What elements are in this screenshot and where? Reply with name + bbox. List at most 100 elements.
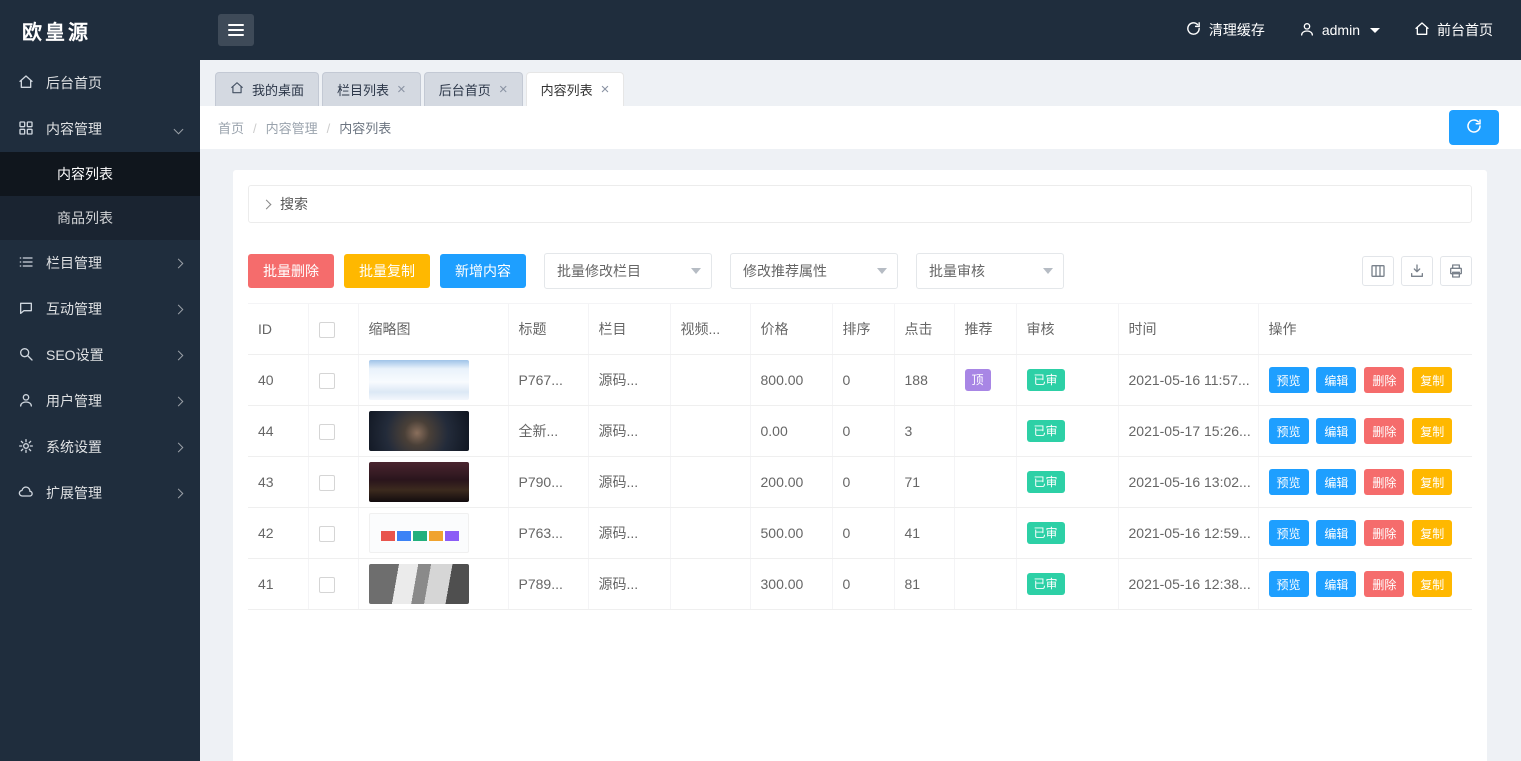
sidebar-toggle-button[interactable] xyxy=(218,14,254,46)
sidebar-item-settings[interactable]: 系统设置 xyxy=(0,424,200,470)
cell-sort: 0 xyxy=(832,559,894,610)
close-icon[interactable]: × xyxy=(397,82,406,97)
sidebar-item-label: 互动管理 xyxy=(46,299,102,319)
menu-icon xyxy=(228,24,244,36)
header-recommend: 推荐 xyxy=(954,304,1016,355)
cell-time: 2021-05-16 12:38... xyxy=(1118,559,1258,610)
cell-clicks: 81 xyxy=(894,559,954,610)
cell-clicks: 71 xyxy=(894,457,954,508)
search-toggle[interactable]: 搜索 xyxy=(248,185,1472,223)
sidebar-item-interaction[interactable]: 互动管理 xyxy=(0,286,200,332)
preview-button[interactable]: 预览 xyxy=(1269,418,1309,444)
content-table: ID 缩略图 标题 栏目 视频... 价格 排序 点击 推荐 审核 时间 操作 xyxy=(248,303,1472,610)
header-time: 时间 xyxy=(1118,304,1258,355)
cell-title: P767... xyxy=(508,355,588,406)
sidebar-subitem-goods-list[interactable]: 商品列表 xyxy=(0,196,200,240)
cell-sort: 0 xyxy=(832,457,894,508)
home-icon xyxy=(18,74,34,93)
caret-down-icon xyxy=(1043,268,1053,274)
row-checkbox[interactable] xyxy=(319,577,335,593)
chevron-right-icon xyxy=(174,442,184,452)
thumbnail-image[interactable] xyxy=(369,462,469,502)
edit-button[interactable]: 编辑 xyxy=(1316,367,1356,393)
thumbnail-image[interactable] xyxy=(369,360,469,400)
export-button[interactable] xyxy=(1401,256,1433,286)
print-button[interactable] xyxy=(1440,256,1472,286)
copy-button[interactable]: 复制 xyxy=(1412,520,1452,546)
cell-price: 300.00 xyxy=(750,559,832,610)
edit-button[interactable]: 编辑 xyxy=(1316,469,1356,495)
cell-title: 全新... xyxy=(508,406,588,457)
user-menu[interactable]: admin xyxy=(1299,21,1380,40)
sidebar-subitem-content-list[interactable]: 内容列表 xyxy=(0,152,200,196)
topbar: 欧皇源 清理缓存 admin 前台首页 xyxy=(0,0,1521,60)
batch-audit-select[interactable]: 批量审核 xyxy=(916,253,1064,289)
sidebar-item-label: 用户管理 xyxy=(46,391,102,411)
main-content: 我的桌面 栏目列表 × 后台首页 × 内容列表 × 首页 内容管理 内容列表 搜… xyxy=(200,60,1521,761)
row-checkbox[interactable] xyxy=(319,526,335,542)
thumbnail-image[interactable] xyxy=(369,513,469,553)
sidebar-item-dashboard[interactable]: 后台首页 xyxy=(0,60,200,106)
tab-desktop[interactable]: 我的桌面 xyxy=(215,72,319,106)
select-all-checkbox[interactable] xyxy=(319,322,335,338)
chevron-right-icon xyxy=(174,304,184,314)
cell-id: 40 xyxy=(248,355,308,406)
preview-button[interactable]: 预览 xyxy=(1269,571,1309,597)
select-value: 批量审核 xyxy=(929,261,985,281)
batch-delete-button[interactable]: 批量删除 xyxy=(248,254,334,288)
delete-button[interactable]: 删除 xyxy=(1364,571,1404,597)
tab-admin-home[interactable]: 后台首页 × xyxy=(424,72,523,106)
copy-button[interactable]: 复制 xyxy=(1412,367,1452,393)
recommend-attr-select[interactable]: 修改推荐属性 xyxy=(730,253,898,289)
preview-button[interactable]: 预览 xyxy=(1269,520,1309,546)
edit-button[interactable]: 编辑 xyxy=(1316,520,1356,546)
edit-button[interactable]: 编辑 xyxy=(1316,418,1356,444)
copy-button[interactable]: 复制 xyxy=(1412,418,1452,444)
sidebar-item-users[interactable]: 用户管理 xyxy=(0,378,200,424)
brand-logo: 欧皇源 xyxy=(0,16,200,45)
delete-button[interactable]: 删除 xyxy=(1364,520,1404,546)
delete-button[interactable]: 删除 xyxy=(1364,367,1404,393)
row-checkbox[interactable] xyxy=(319,424,335,440)
row-checkbox[interactable] xyxy=(319,373,335,389)
table-row: 43 P790... 源码... 200.00 0 71 已审 2021-05-… xyxy=(248,457,1472,508)
breadcrumb-content[interactable]: 内容管理 xyxy=(266,118,340,137)
sidebar-item-content[interactable]: 内容管理 xyxy=(0,106,200,152)
preview-button[interactable]: 预览 xyxy=(1269,367,1309,393)
user-icon xyxy=(18,392,34,411)
edit-button[interactable]: 编辑 xyxy=(1316,571,1356,597)
delete-button[interactable]: 删除 xyxy=(1364,469,1404,495)
thumbnail-image[interactable] xyxy=(369,411,469,451)
cell-column: 源码... xyxy=(588,355,670,406)
breadcrumb-home[interactable]: 首页 xyxy=(218,118,266,137)
sidebar-item-columns[interactable]: 栏目管理 xyxy=(0,240,200,286)
preview-button[interactable]: 预览 xyxy=(1269,469,1309,495)
tab-content-list[interactable]: 内容列表 × xyxy=(526,72,625,106)
copy-button[interactable]: 复制 xyxy=(1412,571,1452,597)
header-column: 栏目 xyxy=(588,304,670,355)
cell-column: 源码... xyxy=(588,457,670,508)
header-title: 标题 xyxy=(508,304,588,355)
tab-column-list[interactable]: 栏目列表 × xyxy=(322,72,421,106)
copy-button[interactable]: 复制 xyxy=(1412,469,1452,495)
batch-copy-button[interactable]: 批量复制 xyxy=(344,254,430,288)
clear-cache-button[interactable]: 清理缓存 xyxy=(1185,20,1265,40)
row-checkbox[interactable] xyxy=(319,475,335,491)
audit-badge: 已审 xyxy=(1027,369,1065,391)
sidebar-item-label: 系统设置 xyxy=(46,437,102,457)
refresh-page-button[interactable] xyxy=(1449,110,1499,145)
chevron-right-icon xyxy=(174,350,184,360)
sidebar-item-seo[interactable]: SEO设置 xyxy=(0,332,200,378)
close-icon[interactable]: × xyxy=(499,82,508,97)
close-icon[interactable]: × xyxy=(601,82,610,97)
columns-toggle-button[interactable] xyxy=(1362,256,1394,286)
topbar-actions: 清理缓存 admin 前台首页 xyxy=(1185,20,1521,40)
thumbnail-image[interactable] xyxy=(369,564,469,604)
tabbar: 我的桌面 栏目列表 × 后台首页 × 内容列表 × xyxy=(200,60,1521,106)
sidebar-item-label: SEO设置 xyxy=(46,345,104,365)
delete-button[interactable]: 删除 xyxy=(1364,418,1404,444)
add-content-button[interactable]: 新增内容 xyxy=(440,254,526,288)
sidebar-item-extensions[interactable]: 扩展管理 xyxy=(0,470,200,516)
batch-column-select[interactable]: 批量修改栏目 xyxy=(544,253,712,289)
front-home-link[interactable]: 前台首页 xyxy=(1414,20,1493,40)
